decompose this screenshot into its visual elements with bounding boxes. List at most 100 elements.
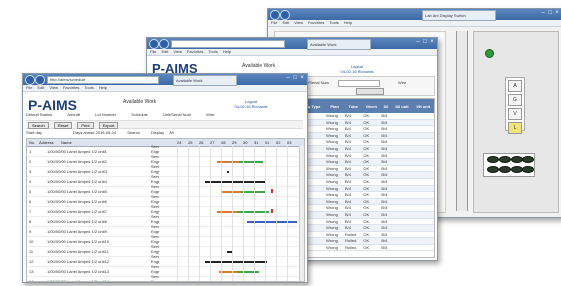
maximize-icon[interactable]: □ — [422, 39, 428, 46]
schedule-row[interactable]: 7 1/00/00/00 Lanel Amped 1/2 unit7 Serv Eng… — [27, 204, 304, 217]
table-row[interactable]: AvnWrongRolledOKB/4 — [298, 237, 434, 245]
schedule-row[interactable]: 1 1/00/00/00 Lanel Amped 1/2 unit1 Serv Eng… — [27, 144, 304, 157]
schedule-bar[interactable] — [217, 211, 237, 213]
menu-view[interactable]: View — [294, 20, 303, 25]
row-name[interactable]: 1/00/00/00 Lanel Amped 1/2 unit2 — [47, 157, 107, 166]
schedule-row[interactable]: 2 1/00/00/00 Lanel Amped 1/2 unit2 Serv Eng… — [27, 154, 304, 167]
reset-button[interactable]: Reset — [53, 122, 73, 129]
col-header[interactable]: Plan — [325, 99, 344, 113]
key-button[interactable]: L — [508, 122, 522, 134]
table-row[interactable]: AvnWrongB/4OKB/4 — [298, 224, 434, 232]
milestone-marker[interactable] — [271, 189, 273, 193]
col-header[interactable]: S/I unit — [391, 99, 413, 113]
menu-help[interactable]: Help — [344, 20, 352, 25]
key-button[interactable]: A — [508, 80, 522, 92]
row-name[interactable]: 1/00/00/00 Lanel Amped 1/2 unit7 — [47, 207, 107, 216]
print-button[interactable]: Print — [77, 122, 94, 129]
schedule-row[interactable]: 5 1/00/00/00 Lanel Amped 1/2 unit5 Serv Eng… — [27, 184, 304, 197]
key-button[interactable]: V — [508, 108, 522, 120]
close-icon[interactable]: × — [429, 39, 435, 46]
col-header[interactable]: Tube — [344, 99, 363, 113]
table-row[interactable]: AvnWrongB/4OKB/4 — [298, 138, 434, 146]
menu-edit[interactable]: Edit — [37, 85, 44, 90]
browser-tab[interactable]: Available Work — [173, 75, 237, 86]
splitter[interactable] — [456, 31, 468, 211]
menu-tools[interactable]: Tools — [84, 85, 93, 90]
maximize-icon[interactable]: □ — [292, 75, 298, 82]
filter-wire[interactable]: Wire — [206, 111, 214, 118]
forward-icon[interactable] — [159, 39, 169, 49]
milestone-marker[interactable] — [271, 209, 273, 213]
table-row[interactable]: AvnWrongB/4OKB/4 — [298, 145, 434, 153]
table-row[interactable]: AvnWrongB/4OKB/4 — [298, 185, 434, 193]
filter-serial[interactable]: Unit/Serial Num — [163, 111, 191, 118]
col-header[interactable]: Name — [61, 139, 72, 146]
search-link[interactable]: Search — [127, 130, 140, 135]
filter-aircraft[interactable]: Aircraft — [67, 111, 80, 118]
minimize-icon[interactable]: – — [540, 10, 546, 17]
back-icon[interactable] — [25, 75, 35, 85]
export-button[interactable]: Export — [98, 122, 119, 129]
schedule-bar[interactable] — [221, 191, 241, 193]
search-button[interactable] — [356, 88, 384, 95]
table-row[interactable]: AvnWrongB/4OKB/4 — [298, 119, 434, 127]
table-row[interactable]: AvnWrongB/4OKB/4 — [298, 204, 434, 212]
row-name[interactable]: 1/00/00/00 Lanel Amped 1/2 unit9 — [47, 227, 107, 236]
table-row[interactable]: AvnWrongB/4OKB/4 — [298, 165, 434, 173]
table-row[interactable]: AvnWrongRolledOKB/4 — [298, 231, 434, 239]
schedule-row[interactable]: 8 1/00/00/00 Lanel Amped 1/2 unit8 Serv Eng… — [27, 214, 304, 227]
menu-help[interactable]: Help — [99, 85, 107, 90]
schedule-row[interactable]: 12 1/00/00/00 Lanel Amped 1/2 unit12 Serv E… — [27, 254, 304, 267]
row-name[interactable]: 1/00/00/00 Lanel Amped 1/2 unit8 — [47, 217, 107, 226]
menu-favorites[interactable]: Favorites — [308, 20, 324, 25]
schedule-bar[interactable] — [237, 271, 259, 273]
key-button[interactable]: G — [508, 94, 522, 106]
display-select[interactable]: All — [169, 130, 173, 135]
table-row[interactable]: AvnWrongB/4OKB/4 — [298, 152, 434, 160]
schedule-row[interactable]: 6 1/00/00/00 Lanel Amped 1/2 unit6 Serv Eng… — [27, 194, 304, 207]
window-available-work-1[interactable]: http://aims/schedule Available Work – □ … — [22, 73, 308, 283]
row-name[interactable]: 1/00/00/00 Lanel Amped 1/2 unit5 — [47, 187, 107, 196]
row-name[interactable]: 1/00/00/00 Lanel Amped 1/2 unit6 — [47, 197, 107, 206]
menu-help[interactable]: Help — [223, 49, 231, 54]
menu-tools[interactable]: Tools — [329, 20, 338, 25]
days-ahead-field[interactable]: Days ahead 2016-05-04 — [73, 130, 116, 135]
maximize-icon[interactable]: □ — [547, 10, 553, 17]
row-name[interactable]: 1/00/00/00 Lanel Amped 1/2 unit3 — [47, 167, 107, 176]
address-bar[interactable]: http://aims/schedule — [47, 76, 159, 84]
schedule-row[interactable]: 4 1/00/00/00 Lanel Amped 1/2 unit4 Serv Eng… — [27, 174, 304, 187]
table-row[interactable]: AvnWrongB/4OKB/4 — [298, 198, 434, 206]
schedule-row[interactable]: 9 1/00/00/00 Lanel Amped 1/2 unit9 Serv Eng… — [27, 224, 304, 237]
menu-view[interactable]: View — [49, 85, 58, 90]
back-icon[interactable] — [270, 10, 280, 20]
table-row[interactable]: AvnWrongB/4OKB/4 — [298, 158, 434, 166]
menu-file[interactable]: File — [150, 49, 156, 54]
serial-input[interactable] — [338, 80, 380, 87]
schedule-row[interactable]: 3 1/00/00/00 Lanel Amped 1/2 unit3 Serv Eng… — [27, 164, 304, 177]
col-header[interactable]: S/I — [380, 99, 392, 113]
row-name[interactable]: 1/00/00/00 Lanel Amped 1/2 unit10 — [47, 237, 109, 246]
table-row[interactable]: AvnWrongB/4OKB/4 — [298, 178, 434, 186]
schedule-row[interactable]: 11 1/00/00/00 Lanel Amped 1/2 unit11 Serv E… — [27, 244, 304, 257]
table-row[interactable]: AvnWrongB/4OKB/4 — [298, 218, 434, 226]
back-icon[interactable] — [149, 39, 159, 49]
menu-tools[interactable]: Tools — [208, 49, 217, 54]
col-header[interactable]: Given — [362, 99, 381, 113]
filter-schedule[interactable]: Schedule — [131, 111, 148, 118]
schedule-bar[interactable] — [241, 191, 265, 193]
row-name[interactable]: 1/00/00/00 Lanel Amped 1/2 unit1 — [47, 147, 107, 156]
row-name[interactable]: 1/00/00/00 Lanel Amped 1/2 unit14 — [47, 277, 109, 281]
filter-station[interactable]: Default Station — [26, 111, 52, 118]
browser-tab[interactable]: Lab Ant Display Switch — [422, 10, 496, 21]
scrollbar[interactable] — [299, 146, 304, 281]
filter-lot[interactable]: Lot Number — [95, 111, 116, 118]
menu-favorites[interactable]: Favorites — [187, 49, 203, 54]
close-icon[interactable]: × — [299, 75, 305, 82]
col-header[interactable]: I/H unit — [412, 99, 434, 113]
browser-tab[interactable]: Available Work — [307, 39, 371, 50]
row-name[interactable]: 1/00/00/00 Lanel Amped 1/2 unit4 — [47, 177, 107, 186]
menu-file[interactable]: File — [271, 20, 277, 25]
menu-view[interactable]: View — [173, 49, 182, 54]
menu-edit[interactable]: Edit — [161, 49, 168, 54]
menu-edit[interactable]: Edit — [282, 20, 289, 25]
